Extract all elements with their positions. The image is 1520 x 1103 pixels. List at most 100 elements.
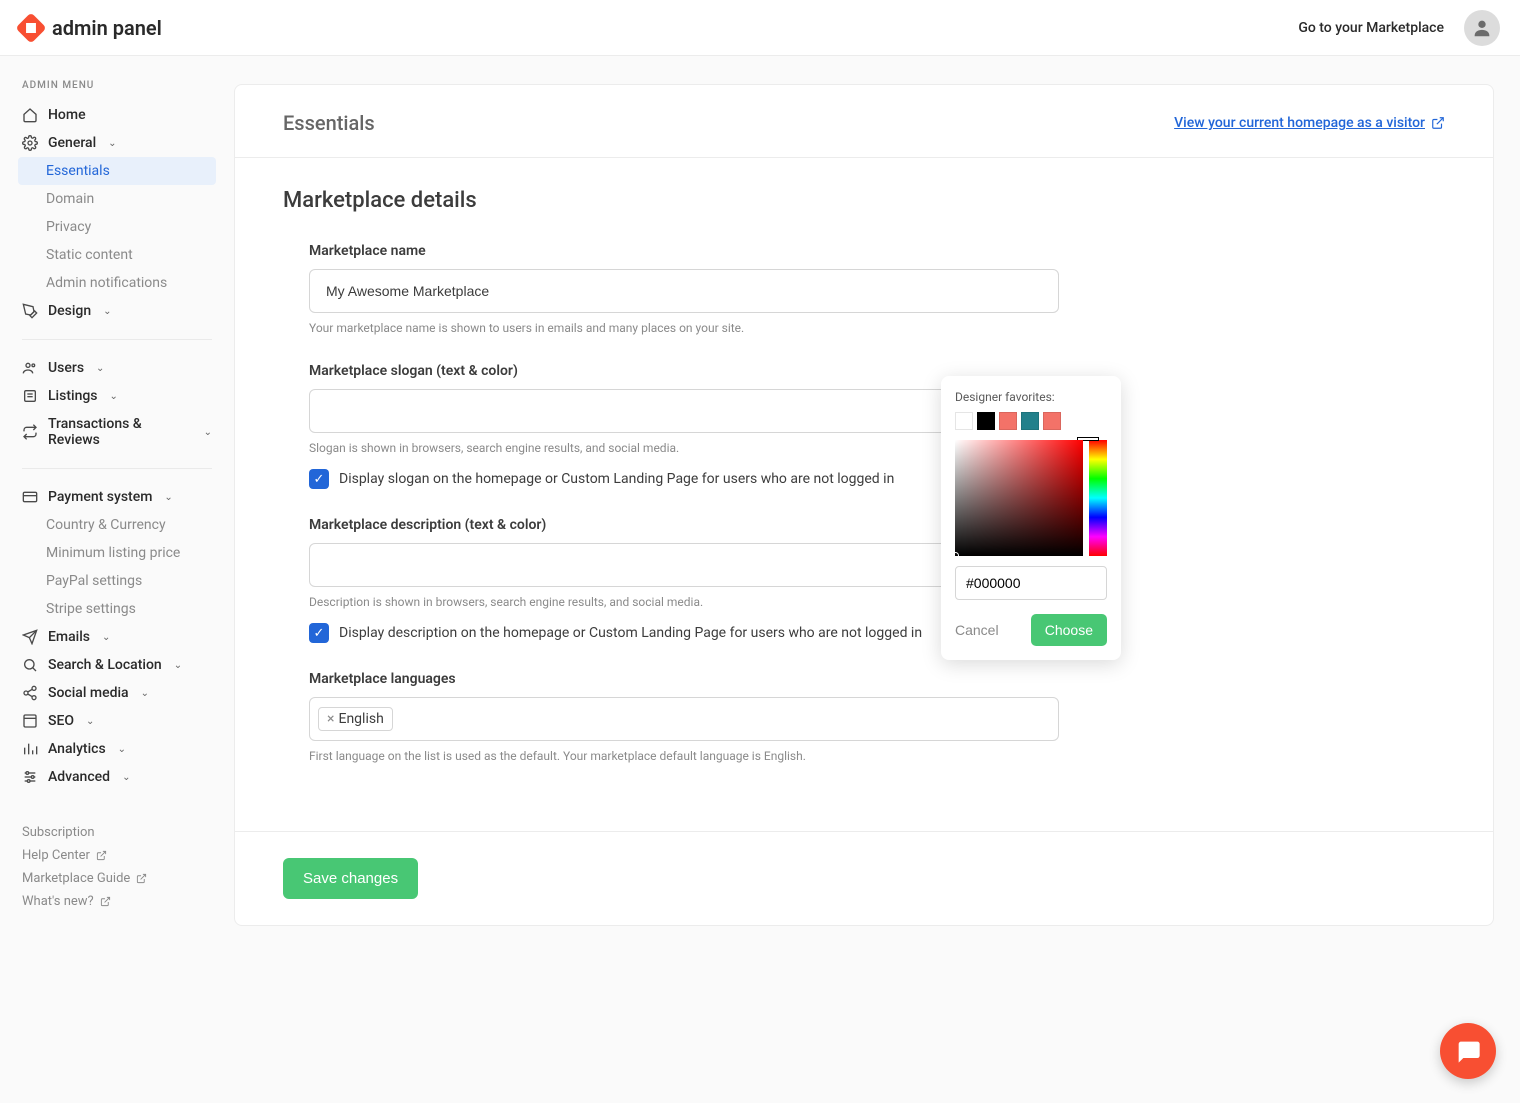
sidebar: ADMIN MENU Home General ⌄ Essentials Dom…	[0, 56, 234, 966]
sidebar-item-advanced[interactable]: Advanced ⌄	[0, 763, 234, 791]
view-homepage-link[interactable]: View your current homepage as a visitor	[1174, 115, 1445, 131]
description-checkbox[interactable]: ✓	[309, 623, 329, 643]
sidebar-item-users[interactable]: Users ⌄	[0, 354, 234, 382]
chart-icon	[22, 741, 38, 757]
sidebar-item-min-listing-price[interactable]: Minimum listing price	[0, 539, 234, 567]
picker-favorites	[955, 412, 1107, 430]
chat-bubble[interactable]	[1440, 1023, 1496, 1079]
description-input[interactable]	[309, 543, 979, 587]
sidebar-item-static-content[interactable]: Static content	[0, 241, 234, 269]
chevron-down-icon: ⌄	[141, 688, 149, 699]
languages-help: First language on the list is used as th…	[309, 749, 1445, 763]
languages-input[interactable]: × English	[309, 697, 1059, 741]
divider	[22, 468, 212, 469]
picker-cancel-button[interactable]: Cancel	[955, 622, 999, 638]
language-chip[interactable]: × English	[318, 707, 393, 731]
sidebar-item-paypal[interactable]: PayPal settings	[0, 567, 234, 595]
slogan-label: Marketplace slogan (text & color)	[309, 363, 1445, 379]
chevron-down-icon: ⌄	[204, 427, 212, 438]
brand: admin panel	[20, 16, 162, 40]
sidebar-item-search[interactable]: Search & Location ⌄	[0, 651, 234, 679]
main-card: Essentials View your current homepage as…	[234, 84, 1494, 926]
slogan-checkbox[interactable]: ✓	[309, 469, 329, 489]
external-link-icon	[100, 896, 111, 907]
favorite-swatch[interactable]	[955, 412, 973, 430]
remove-chip-icon[interactable]: ×	[327, 711, 334, 727]
brand-logo-icon	[15, 12, 46, 43]
sidebar-item-domain[interactable]: Domain	[0, 185, 234, 213]
topbar-right: Go to your Marketplace	[1298, 10, 1500, 46]
sidebar-item-essentials[interactable]: Essentials	[18, 157, 216, 185]
sidebar-item-privacy[interactable]: Privacy	[0, 213, 234, 241]
sidebar-item-social[interactable]: Social media ⌄	[0, 679, 234, 707]
name-help: Your marketplace name is shown to users …	[309, 321, 1445, 335]
favorite-swatch[interactable]	[1043, 412, 1061, 430]
sidebar-footer: Subscription Help Center Marketplace Gui…	[0, 821, 234, 913]
page-title: Essentials	[283, 111, 375, 135]
users-icon	[22, 360, 38, 376]
marketplace-name-input[interactable]	[309, 269, 1059, 313]
share-icon	[22, 685, 38, 701]
favorite-swatch[interactable]	[1021, 412, 1039, 430]
slogan-checkbox-label: Display slogan on the homepage or Custom…	[339, 471, 894, 487]
slogan-help: Slogan is shown in browsers, search engi…	[309, 441, 1445, 455]
sidebar-item-payment[interactable]: Payment system ⌄	[0, 483, 234, 511]
subscription-link[interactable]: Subscription	[22, 821, 212, 844]
brand-title: admin panel	[52, 16, 162, 40]
globe-icon	[22, 713, 38, 729]
saturation-area[interactable]	[955, 440, 1083, 556]
user-icon	[1471, 17, 1493, 39]
external-link-icon	[1431, 116, 1445, 130]
sliders-icon	[22, 769, 38, 785]
card-body: Marketplace details Marketplace name You…	[235, 158, 1493, 831]
sidebar-item-design[interactable]: Design ⌄	[0, 297, 234, 325]
sidebar-item-transactions[interactable]: Transactions & Reviews ⌄	[0, 410, 234, 454]
chevron-down-icon: ⌄	[164, 492, 172, 503]
chevron-down-icon: ⌄	[86, 716, 94, 727]
send-icon	[22, 629, 38, 645]
sidebar-item-seo[interactable]: SEO ⌄	[0, 707, 234, 735]
avatar[interactable]	[1464, 10, 1500, 46]
card-footer: Save changes	[235, 831, 1493, 925]
external-link-icon	[96, 850, 107, 861]
chat-icon	[1454, 1037, 1482, 1065]
external-link-icon	[136, 873, 147, 884]
section-title: Marketplace details	[283, 188, 1445, 213]
slogan-input[interactable]	[309, 389, 982, 433]
color-picker-popover: Designer favorites:	[941, 376, 1121, 660]
sidebar-item-general[interactable]: General ⌄	[0, 129, 234, 157]
picker-choose-button[interactable]: Choose	[1031, 614, 1107, 646]
chevron-down-icon: ⌄	[108, 138, 116, 149]
help-center-link[interactable]: Help Center	[22, 844, 212, 867]
sidebar-item-emails[interactable]: Emails ⌄	[0, 623, 234, 651]
chevron-down-icon: ⌄	[103, 306, 111, 317]
favorite-swatch[interactable]	[977, 412, 995, 430]
name-label: Marketplace name	[309, 243, 1445, 259]
saturation-thumb-icon[interactable]	[952, 552, 959, 559]
divider	[22, 339, 212, 340]
favorite-swatch[interactable]	[999, 412, 1017, 430]
picker-title: Designer favorites:	[955, 390, 1107, 404]
sidebar-item-listings[interactable]: Listings ⌄	[0, 382, 234, 410]
whats-new-link[interactable]: What's new?	[22, 890, 212, 913]
listings-icon	[22, 388, 38, 404]
hue-slider[interactable]	[1089, 440, 1107, 556]
hex-input[interactable]	[955, 566, 1107, 600]
sidebar-item-analytics[interactable]: Analytics ⌄	[0, 735, 234, 763]
sidebar-item-admin-notifications[interactable]: Admin notifications	[0, 269, 234, 297]
card-header: Essentials View your current homepage as…	[235, 85, 1493, 158]
topbar: admin panel Go to your Marketplace	[0, 0, 1520, 56]
sidebar-item-country-currency[interactable]: Country & Currency	[0, 511, 234, 539]
marketplace-guide-link[interactable]: Marketplace Guide	[22, 867, 212, 890]
chevron-down-icon: ⌄	[96, 363, 104, 374]
chevron-down-icon: ⌄	[174, 660, 182, 671]
sidebar-item-home[interactable]: Home	[0, 101, 234, 129]
description-checkbox-label: Display description on the homepage or C…	[339, 625, 922, 641]
chevron-down-icon: ⌄	[102, 632, 110, 643]
transactions-icon	[22, 424, 38, 440]
languages-label: Marketplace languages	[309, 671, 1445, 687]
chevron-down-icon: ⌄	[118, 744, 126, 755]
save-button[interactable]: Save changes	[283, 858, 418, 899]
sidebar-item-stripe[interactable]: Stripe settings	[0, 595, 234, 623]
go-to-marketplace-link[interactable]: Go to your Marketplace	[1298, 20, 1444, 36]
